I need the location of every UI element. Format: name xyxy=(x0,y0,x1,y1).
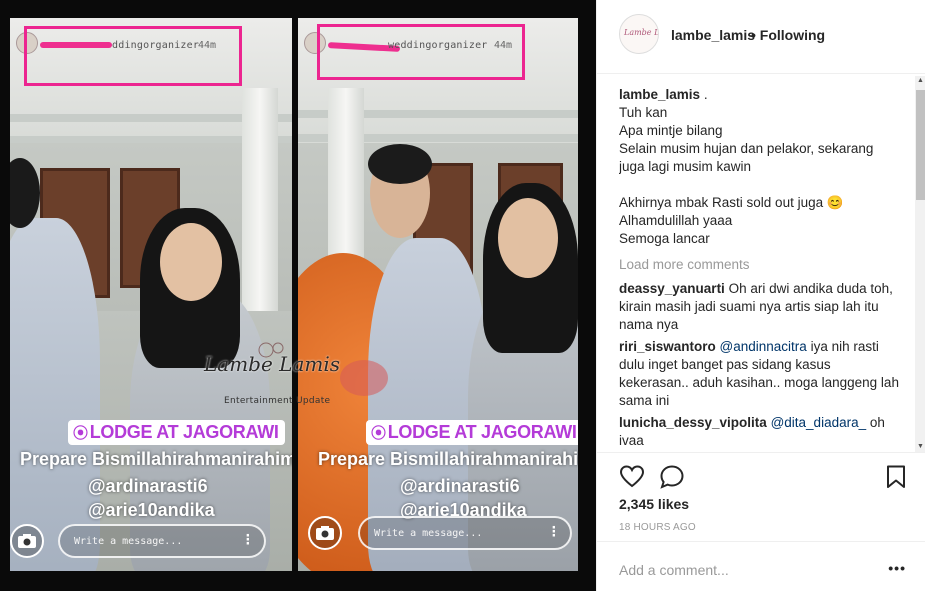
add-comment-input[interactable]: Add a comment... xyxy=(619,562,729,578)
story-camera-button xyxy=(10,524,44,558)
add-comment-bar: Add a comment... ••• xyxy=(597,541,925,591)
caption-line: Alhamdulillah yaaa xyxy=(619,213,733,228)
location-text: LODGE AT JAGORAWI xyxy=(89,422,279,442)
caption-line: Tuh kan xyxy=(619,105,668,120)
post-username-link[interactable]: lambe_lamis xyxy=(671,27,755,43)
location-pin-icon: ⦿ xyxy=(371,425,386,442)
scroll-up-arrow-icon[interactable]: ▲ xyxy=(916,76,925,86)
location-pin-icon: ⦿ xyxy=(73,425,88,442)
comment-icon[interactable] xyxy=(659,464,685,490)
location-sticker: ⦿ LODGE AT JAGORAWI xyxy=(366,420,578,445)
comment-username[interactable]: lunicha_dessy_vipolita xyxy=(619,415,767,430)
scroll-down-arrow-icon[interactable]: ▼ xyxy=(916,442,925,452)
more-options-icon[interactable]: ••• xyxy=(888,560,906,576)
post-header: Lambe Lamis lambe_lamis • Following xyxy=(597,0,925,74)
caption-line: Selain musim hujan dan pelakor, sekarang xyxy=(619,141,874,156)
more-vertical-icon: · · · xyxy=(549,520,558,544)
more-vertical-icon: · · · xyxy=(243,528,252,552)
smile-emoji: 😊 xyxy=(826,195,844,210)
post-timestamp[interactable]: 18 HOURS AGO xyxy=(619,522,696,533)
watermark: Lambe Lamis Entertainment Update xyxy=(196,338,406,418)
story-screenshot-right: weddingorganizer 44m ⦿ LODGE AT JAGORAWI … xyxy=(298,18,578,571)
story-prepare-text: Prepare Bismillahirahmanirahim xyxy=(318,449,578,469)
highlight-box-left xyxy=(24,26,242,86)
caption-line: Apa mintje bilang xyxy=(619,123,723,138)
comment-mention[interactable]: @andinnacitra xyxy=(720,339,807,354)
caption-line-text: Akhirnya mbak Rasti sold out juga xyxy=(619,195,824,210)
likes-count[interactable]: 2,345 likes xyxy=(619,496,689,512)
story-message-field: Write a message... · · · xyxy=(58,524,266,558)
comment-username[interactable]: deassy_yanuarti xyxy=(619,281,725,296)
post-side-panel: Lambe Lamis lambe_lamis • Following lamb… xyxy=(596,0,925,591)
story-mention-1: @ardinarasti6 xyxy=(88,476,208,496)
watermark-subtitle: Entertainment Update xyxy=(224,396,331,406)
avatar-logo-text: Lambe Lamis xyxy=(624,28,659,37)
caption-line: juga lagi musim kawin xyxy=(619,159,752,174)
highlight-box-right xyxy=(317,24,525,80)
avatar[interactable]: Lambe Lamis xyxy=(619,14,659,54)
comment-item: riri_siswantoro @andinnacitra iya nih ra… xyxy=(619,338,904,410)
post-actions xyxy=(597,452,925,500)
bookmark-icon[interactable] xyxy=(883,464,909,490)
scrollbar-thumb[interactable] xyxy=(916,90,925,200)
story-screenshot-left: ddingorganizer 44m ⦿ LODGE AT JAGORAWI Pr… xyxy=(10,18,292,571)
watermark-text: Lambe Lamis xyxy=(204,352,340,376)
caption-line: Akhirnya mbak Rasti sold out juga 😊 xyxy=(619,194,904,212)
caption-line: . xyxy=(703,87,708,102)
story-camera-button xyxy=(308,516,342,550)
caption-line: Semoga lancar xyxy=(619,231,710,246)
story-prepare-text: Prepare Bismillahirahmanirahim xyxy=(20,449,292,469)
location-sticker: ⦿ LODGE AT JAGORAWI xyxy=(68,420,285,445)
post-image[interactable]: ddingorganizer 44m ⦿ LODGE AT JAGORAWI Pr… xyxy=(0,0,596,591)
comment-item: lunicha_dessy_vipolita @dita_diadara_ oh… xyxy=(619,414,904,450)
story-message-field: Write a message... · · · xyxy=(358,516,572,550)
comments-list: lambe_lamis . Tuh kan Apa mintje bilang … xyxy=(619,86,904,451)
story-message-placeholder: Write a message... xyxy=(74,536,183,547)
comment-username[interactable]: riri_siswantoro xyxy=(619,339,716,354)
comment-item: deassy_yanuarti Oh ari dwi andika duda t… xyxy=(619,280,904,334)
heart-icon[interactable] xyxy=(619,464,645,490)
watermark-ornament xyxy=(258,342,388,396)
story-message-placeholder: Write a message... xyxy=(374,528,483,539)
story-mention-1: @ardinarasti6 xyxy=(400,476,520,496)
load-more-comments[interactable]: Load more comments xyxy=(619,256,904,274)
location-text: LODGE AT JAGORAWI xyxy=(387,422,577,442)
camera-icon xyxy=(316,526,334,540)
comment-mention[interactable]: @dita_diadara_ xyxy=(771,415,867,430)
caption-username[interactable]: lambe_lamis xyxy=(619,87,700,102)
follow-status[interactable]: • Following xyxy=(751,27,825,43)
story-mention-2: @arie10andika xyxy=(88,500,215,520)
comments-scrollbar[interactable]: ▲ ▼ xyxy=(915,76,925,452)
camera-icon xyxy=(18,534,36,548)
caption: lambe_lamis . Tuh kan Apa mintje bilang … xyxy=(619,86,904,248)
